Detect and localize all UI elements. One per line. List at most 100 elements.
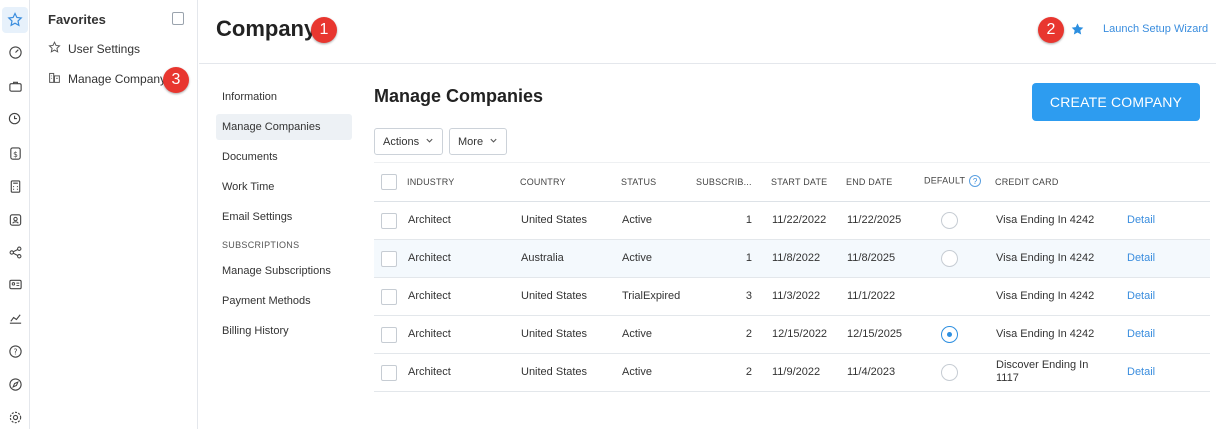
annotation-badge-2: 2 <box>1038 17 1064 43</box>
row-checkbox[interactable] <box>381 365 397 381</box>
subnav-item-manage-companies[interactable]: Manage Companies <box>216 114 352 140</box>
table-row[interactable]: Architect Australia Active 1 11/8/2022 1… <box>374 240 1210 278</box>
cell-status: Active <box>622 214 652 226</box>
cell-status: Active <box>622 252 652 264</box>
credit-card-line-2: 1117 <box>996 372 1019 384</box>
cell-start-date: 11/8/2022 <box>772 252 821 264</box>
cell-end-date: 11/8/2025 <box>847 252 896 264</box>
favorites-title: Favorites <box>48 12 106 27</box>
cell-credit-card: Visa Ending In 4242 <box>996 252 1095 264</box>
help-icon[interactable]: ? <box>5 341 25 361</box>
launch-setup-wizard-link[interactable]: Launch Setup Wizard <box>1103 23 1208 35</box>
building-icon <box>48 71 61 87</box>
row-checkbox[interactable] <box>381 327 397 343</box>
cell-subscriptions: 1 <box>745 214 752 226</box>
icon-rail: $ ? <box>0 0 30 429</box>
cell-start-date: 11/22/2022 <box>772 214 827 226</box>
cell-credit-card: Visa Ending In 4242 <box>996 328 1095 340</box>
detail-link[interactable]: Detail <box>1127 214 1155 226</box>
detail-link[interactable]: Detail <box>1127 366 1155 378</box>
cell-country: United States <box>521 366 588 378</box>
cell-start-date: 11/9/2022 <box>772 366 821 378</box>
help-icon[interactable]: ? <box>969 175 982 187</box>
favorite-item-user-settings[interactable]: User Settings <box>48 40 140 58</box>
calculator-icon[interactable] <box>5 176 25 196</box>
cell-status: TrialExpired <box>622 290 681 302</box>
cell-subscriptions: 1 <box>745 252 752 264</box>
briefcase-icon[interactable] <box>5 76 25 96</box>
user-badge-icon[interactable] <box>5 209 25 229</box>
subnav-item-manage-subscriptions[interactable]: Manage Subscriptions <box>216 258 352 284</box>
gear-icon[interactable] <box>5 407 25 427</box>
credit-card-line-1: Discover Ending In <box>996 359 1089 371</box>
annotation-badge-3: 3 <box>163 67 189 93</box>
subnav-item-billing-history[interactable]: Billing History <box>216 318 352 344</box>
collapse-panel-icon[interactable] <box>172 12 184 25</box>
create-company-button[interactable]: CREATE COMPANY <box>1032 83 1200 121</box>
subnav-item-payment-methods[interactable]: Payment Methods <box>216 288 352 314</box>
column-header-subscriptions[interactable]: SUBSCRIB... <box>696 177 752 187</box>
cell-subscriptions: 3 <box>745 290 752 302</box>
detail-link[interactable]: Detail <box>1127 328 1155 340</box>
select-all-checkbox[interactable] <box>381 174 397 190</box>
cell-credit-card: Visa Ending In 4242 <box>996 290 1095 302</box>
column-header-credit-card[interactable]: CREDIT CARD <box>995 177 1059 187</box>
cell-country: United States <box>521 214 588 226</box>
default-radio[interactable] <box>941 364 958 381</box>
subnav-item-work-time[interactable]: Work Time <box>216 174 352 200</box>
network-icon[interactable] <box>5 242 25 262</box>
column-header-default[interactable]: DEFAULT? <box>924 175 982 187</box>
cell-end-date: 12/15/2025 <box>847 328 903 340</box>
detail-link[interactable]: Detail <box>1127 290 1155 302</box>
column-header-end-date[interactable]: END DATE <box>846 177 892 187</box>
cell-status: Active <box>622 328 652 340</box>
id-card-icon[interactable] <box>5 274 25 294</box>
dollar-icon[interactable]: $ <box>5 143 25 163</box>
default-radio-selected[interactable] <box>941 326 958 343</box>
actions-dropdown[interactable]: Actions <box>374 128 444 155</box>
settings-subnav: Information Manage Companies Documents W… <box>216 84 352 348</box>
cell-country: Australia <box>521 252 564 264</box>
row-checkbox[interactable] <box>381 213 397 229</box>
column-header-industry[interactable]: INDUSTRY <box>407 177 454 187</box>
subnav-section-subscriptions: SUBSCRIPTIONS <box>222 240 300 250</box>
row-checkbox[interactable] <box>381 251 397 267</box>
clock-dollar-icon[interactable] <box>5 109 25 129</box>
default-radio[interactable] <box>941 212 958 229</box>
favorite-item-manage-company[interactable]: Manage Company <box>48 70 166 88</box>
star-icon[interactable] <box>2 7 28 33</box>
chevron-down-icon <box>489 136 498 148</box>
actions-label: Actions <box>383 135 420 148</box>
subnav-item-email-settings[interactable]: Email Settings <box>216 204 352 230</box>
subnav-item-information[interactable]: Information <box>216 84 352 110</box>
favorite-item-label: Manage Company <box>68 72 167 86</box>
cell-start-date: 12/15/2022 <box>772 328 828 340</box>
cell-industry: Architect <box>408 366 451 378</box>
svg-text:$: $ <box>13 149 18 158</box>
dashboard-icon[interactable] <box>5 42 25 62</box>
row-checkbox[interactable] <box>381 289 397 305</box>
default-radio[interactable] <box>941 250 958 267</box>
cell-industry: Architect <box>408 252 451 264</box>
compass-icon[interactable] <box>5 374 25 394</box>
annotation-badge-1: 1 <box>311 17 337 43</box>
more-dropdown[interactable]: More <box>449 128 508 155</box>
table-row[interactable]: Architect United States Active 1 11/22/2… <box>374 202 1210 240</box>
column-header-country[interactable]: COUNTRY <box>520 177 566 187</box>
table-row[interactable]: Architect United States Active 2 12/15/2… <box>374 316 1210 354</box>
chart-icon[interactable] <box>5 308 25 328</box>
detail-link[interactable]: Detail <box>1127 252 1155 264</box>
cell-start-date: 11/3/2022 <box>772 290 821 302</box>
svg-text:?: ? <box>13 347 17 356</box>
favorite-star-icon[interactable] <box>1070 22 1085 42</box>
cell-industry: Architect <box>408 328 451 340</box>
table-row[interactable]: Architect United States TrialExpired 3 1… <box>374 278 1210 316</box>
column-header-status[interactable]: STATUS <box>621 177 656 187</box>
cell-industry: Architect <box>408 290 451 302</box>
subnav-item-documents[interactable]: Documents <box>216 144 352 170</box>
cell-end-date: 11/1/2022 <box>847 290 896 302</box>
column-header-start-date[interactable]: START DATE <box>771 177 827 187</box>
table-row[interactable]: Architect United States Active 2 11/9/20… <box>374 354 1210 392</box>
companies-table: INDUSTRY COUNTRY STATUS SUBSCRIB... STAR… <box>374 162 1210 392</box>
cell-end-date: 11/22/2025 <box>847 214 902 226</box>
